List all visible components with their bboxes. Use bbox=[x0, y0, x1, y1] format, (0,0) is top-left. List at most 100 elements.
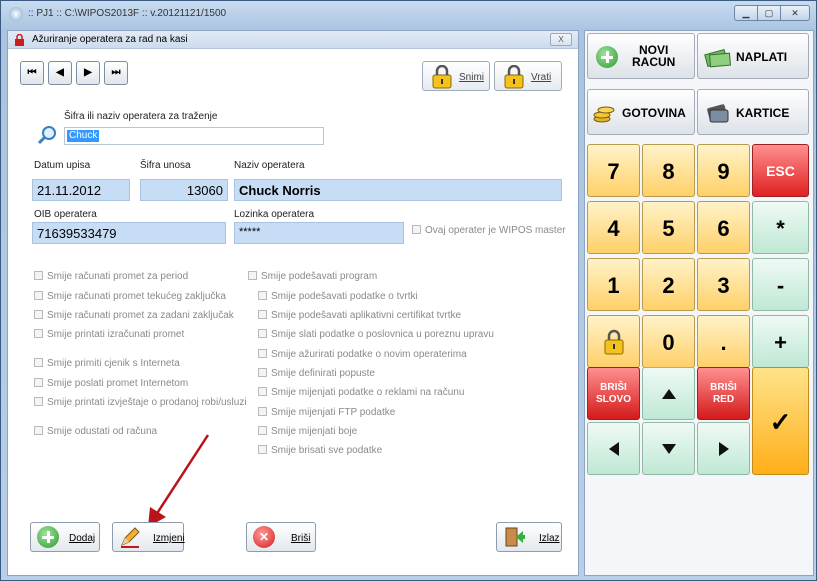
key-9[interactable]: 9 bbox=[697, 144, 750, 197]
exit-label: Izlaz bbox=[539, 533, 560, 544]
arrow-down-icon bbox=[662, 444, 676, 454]
add-button[interactable]: Dodaj bbox=[30, 522, 100, 552]
exit-door-icon bbox=[505, 527, 525, 547]
app-icon bbox=[9, 7, 23, 21]
permission-checkbox[interactable]: Smije slati podatke o poslovnica u porez… bbox=[258, 329, 494, 340]
permission-checkbox[interactable]: Smije brisati sve podatke bbox=[258, 445, 382, 456]
maximize-button[interactable]: ▢ bbox=[757, 5, 781, 21]
delete-button[interactable]: ✕ Briši bbox=[246, 522, 316, 552]
key-5[interactable]: 5 bbox=[642, 201, 695, 254]
exit-button[interactable]: Izlaz bbox=[496, 522, 562, 552]
arrow-right-icon bbox=[719, 442, 729, 456]
permission-checkbox[interactable]: Smije poslati promet Internetom bbox=[34, 378, 188, 389]
delete-char-key[interactable]: BRIŠI SLOVO bbox=[587, 367, 640, 420]
padlock-icon bbox=[432, 65, 452, 89]
permission-checkbox[interactable]: Smije definirati popuste bbox=[258, 368, 375, 379]
key-6[interactable]: 6 bbox=[697, 201, 750, 254]
delete-label: Briši bbox=[291, 533, 311, 544]
close-button[interactable]: ✕ bbox=[780, 5, 810, 21]
permission-checkbox[interactable]: Smije mijenjati podatke o reklami na rač… bbox=[258, 387, 464, 398]
entry-code-field[interactable]: 13060 bbox=[140, 179, 228, 201]
permission-checkbox[interactable]: Smije mijenjati FTP podatke bbox=[258, 407, 395, 418]
dialog-title: Ažuriranje operatera za rad na kasi bbox=[32, 34, 188, 45]
master-label: Ovaj operater je WIPOS master bbox=[425, 225, 566, 236]
esc-key[interactable]: ESC bbox=[752, 144, 809, 197]
pos-keypad: NOVI RACUN NAPLATI GOTOVINA KARTICE 7 8 … bbox=[584, 30, 814, 576]
key-4[interactable]: 4 bbox=[587, 201, 640, 254]
minus-key[interactable]: - bbox=[752, 258, 809, 311]
oib-field[interactable]: 71639533479 bbox=[32, 222, 226, 244]
arrow-left-icon bbox=[609, 442, 619, 456]
save-button[interactable]: Snimi bbox=[422, 61, 490, 91]
coins-icon bbox=[593, 106, 615, 123]
delete-icon: ✕ bbox=[253, 526, 275, 548]
window-title: :: PJ1 :: C:\WIPOS2013F :: v.20121121/15… bbox=[28, 8, 227, 19]
permission-checkbox[interactable]: Smije printati izvještaje o prodanoj rob… bbox=[34, 397, 247, 408]
key-0[interactable]: 0 bbox=[642, 315, 695, 368]
revert-button[interactable]: Vrati bbox=[494, 61, 562, 91]
padlock-icon bbox=[504, 65, 524, 89]
enter-key[interactable]: ✓ bbox=[752, 367, 809, 475]
key-3[interactable]: 3 bbox=[697, 258, 750, 311]
next-record-button[interactable]: ▶ bbox=[76, 61, 100, 85]
permission-checkbox[interactable]: Smije primiti cjenik s Interneta bbox=[34, 358, 180, 369]
right-arrow-key[interactable] bbox=[697, 422, 750, 475]
new-invoice-button[interactable]: NOVI RACUN bbox=[587, 33, 695, 79]
first-record-button[interactable]: ⏮ bbox=[20, 61, 44, 85]
last-record-button[interactable]: ⏭ bbox=[104, 61, 128, 85]
plus-key[interactable]: + bbox=[752, 315, 809, 368]
password-label: Lozinka operatera bbox=[234, 209, 315, 220]
lock-key[interactable] bbox=[587, 315, 640, 368]
cash-label: GOTOVINA bbox=[622, 106, 686, 120]
password-field[interactable]: ***** bbox=[234, 222, 404, 244]
key-7[interactable]: 7 bbox=[587, 144, 640, 197]
plus-circle-icon bbox=[596, 46, 618, 68]
app-window: :: PJ1 :: C:\WIPOS2013F :: v.20121121/15… bbox=[0, 0, 817, 581]
permission-checkbox[interactable]: Smije podešavati aplikativni certifikat … bbox=[258, 310, 461, 321]
key-8[interactable]: 8 bbox=[642, 144, 695, 197]
cards-label: KARTICE bbox=[736, 106, 790, 120]
dialog-close-button[interactable]: X bbox=[550, 33, 572, 46]
name-field[interactable]: Chuck Norris bbox=[234, 179, 562, 201]
minimize-button[interactable]: ▁ bbox=[734, 5, 758, 21]
permission-checkbox[interactable]: Smije podešavati program bbox=[248, 271, 377, 282]
card-icon bbox=[707, 104, 729, 123]
edit-button[interactable]: Izmjeni bbox=[112, 522, 185, 552]
search-input[interactable]: Chuck bbox=[64, 127, 324, 145]
cash-button[interactable]: GOTOVINA bbox=[587, 89, 695, 135]
name-label: Naziv operatera bbox=[234, 160, 305, 171]
permission-checkbox[interactable]: Smije računati promet tekućeg zaključka bbox=[34, 291, 226, 302]
date-label: Datum upisa bbox=[34, 160, 91, 171]
key-1[interactable]: 1 bbox=[587, 258, 640, 311]
new-invoice-label: NOVI RACUN bbox=[632, 43, 676, 69]
key-2[interactable]: 2 bbox=[642, 258, 695, 311]
permission-checkbox[interactable]: Smije podešavati podatke o tvrtki bbox=[258, 291, 418, 302]
permission-checkbox[interactable]: Smije mijenjati boje bbox=[258, 426, 357, 437]
left-arrow-key[interactable] bbox=[587, 422, 640, 475]
delete-row-key[interactable]: BRIŠI RED bbox=[697, 367, 750, 420]
oib-label: OIB operatera bbox=[34, 209, 97, 220]
padlock-icon bbox=[604, 329, 624, 355]
title-bar: :: PJ1 :: C:\WIPOS2013F :: v.20121121/15… bbox=[1, 1, 816, 27]
money-icon bbox=[704, 49, 732, 68]
down-arrow-key[interactable] bbox=[642, 422, 695, 475]
permission-checkbox[interactable]: Smije printati izračunati promet bbox=[34, 329, 184, 340]
operator-dialog: Ažuriranje operatera za rad na kasi X ⏮ … bbox=[7, 30, 579, 576]
pay-label: NAPLATI bbox=[736, 50, 788, 64]
date-field[interactable]: 21.11.2012 bbox=[32, 179, 130, 201]
entry-code-label: Šifra unosa bbox=[140, 160, 191, 171]
pay-button[interactable]: NAPLATI bbox=[697, 33, 809, 79]
permission-checkbox[interactable]: Smije računati promet za zadani zaključa… bbox=[34, 310, 234, 321]
permission-checkbox[interactable]: Smije računati promet za period bbox=[34, 271, 188, 282]
multiply-key[interactable]: * bbox=[752, 201, 809, 254]
dot-key[interactable]: . bbox=[697, 315, 750, 368]
cards-button[interactable]: KARTICE bbox=[697, 89, 809, 135]
lock-icon bbox=[15, 34, 24, 46]
dialog-title-bar: Ažuriranje operatera za rad na kasi X bbox=[8, 31, 578, 49]
permission-checkbox[interactable]: Smije ažurirati podatke o novim operater… bbox=[258, 349, 467, 360]
add-label: Dodaj bbox=[69, 533, 96, 544]
arrow-up-icon bbox=[662, 389, 676, 399]
master-checkbox[interactable]: Ovaj operater je WIPOS master bbox=[412, 225, 566, 236]
up-arrow-key[interactable] bbox=[642, 367, 695, 420]
prev-record-button[interactable]: ◀ bbox=[48, 61, 72, 85]
